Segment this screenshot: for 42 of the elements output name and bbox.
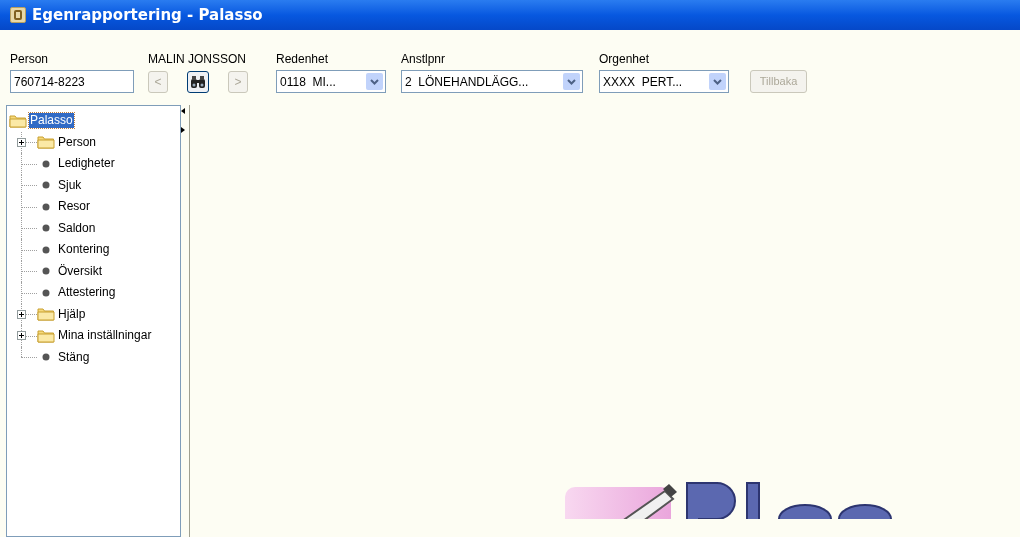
field-label: Anstlpnr (401, 52, 446, 66)
app-icon (10, 7, 26, 23)
tree-item[interactable]: Attestering (57, 285, 117, 301)
tree-item[interactable]: Palasso (29, 113, 74, 129)
bullet-icon (42, 181, 50, 190)
bullet-icon (42, 202, 50, 211)
field-label: Redenhet (276, 52, 329, 66)
dropdown[interactable]: 2 LÖNEHANDLÄGG... (401, 70, 583, 93)
expand-icon[interactable] (17, 137, 26, 147)
bullet-icon (42, 245, 50, 254)
tree-item[interactable]: Sjuk (57, 177, 83, 193)
expand-icon[interactable] (17, 331, 26, 341)
person-input[interactable]: 760714-8223 (10, 70, 134, 93)
folder-icon (37, 328, 55, 343)
tree-item[interactable]: Kontering (57, 242, 111, 258)
collapse-arrow-icon (181, 108, 185, 114)
tree-item[interactable]: Översikt (57, 263, 103, 279)
tree-item[interactable]: Stäng (57, 349, 91, 365)
bullet-icon (42, 288, 50, 297)
tree-item[interactable]: Ledigheter (57, 156, 116, 172)
binoculars-icon (190, 75, 206, 88)
person-name: MALIN JONSSON (148, 52, 246, 66)
tree-item[interactable]: Hjälp (57, 306, 87, 322)
field-label: Person (10, 52, 49, 66)
window-title: Egenrapportering - Palasso (32, 4, 263, 26)
folder-icon (37, 307, 55, 322)
tree-item[interactable]: Person (57, 134, 98, 150)
bullet-icon (42, 353, 50, 362)
field-label: Orgenhet (599, 52, 650, 66)
folder-icon (9, 113, 27, 128)
search-button[interactable] (187, 70, 209, 93)
expand-arrow-icon (181, 127, 185, 133)
bullet-icon (42, 159, 50, 168)
tree-item[interactable]: Resor (57, 199, 91, 215)
tree-item[interactable]: Saldon (57, 220, 97, 236)
folder-icon (37, 135, 55, 150)
bullet-icon (42, 267, 50, 276)
tree-item[interactable]: Mina inställningar (57, 328, 153, 344)
dropdown[interactable]: 0118 MI... (276, 70, 386, 93)
expand-icon[interactable] (17, 309, 26, 319)
dropdown[interactable]: XXXX PERT... (599, 70, 729, 93)
bullet-icon (42, 224, 50, 233)
